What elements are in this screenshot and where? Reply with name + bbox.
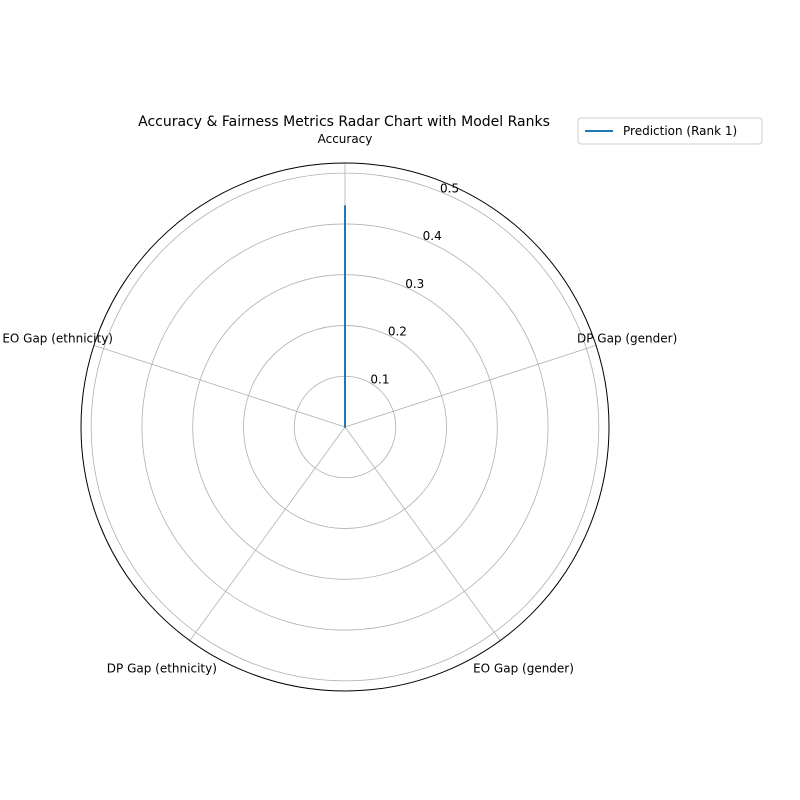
legend-label: Prediction (Rank 1) (623, 124, 737, 138)
axis-spoke (189, 426, 346, 641)
r-tick-label: 0.3 (405, 277, 424, 291)
legend: Prediction (Rank 1) (577, 117, 763, 145)
chart-title: Accuracy & Fairness Metrics Radar Chart … (138, 114, 550, 130)
axis-label: Accuracy (318, 132, 373, 146)
r-tick-label: 0.5 (440, 182, 459, 196)
r-tick-label: 0.2 (388, 325, 407, 339)
r-tick-label: 0.1 (370, 372, 389, 386)
axis-label: DP Gap (ethnicity) (107, 661, 217, 675)
axis-spoke (93, 345, 346, 428)
axis-label: EO Gap (ethnicity) (2, 332, 113, 346)
axis-spoke (344, 426, 501, 641)
r-tick-label: 0.4 (423, 229, 442, 243)
labels: 0.1 0.2 0.3 0.4 0.5 Accuracy DP Gap (gender) EO… (2, 132, 677, 675)
axis-label: DP Gap (gender) (577, 332, 677, 346)
radar-chart: 0.1 0.2 0.3 0.4 0.5 Accuracy DP Gap (gender) EO… (2, 114, 763, 692)
axis-label: EO Gap (gender) (473, 661, 574, 675)
